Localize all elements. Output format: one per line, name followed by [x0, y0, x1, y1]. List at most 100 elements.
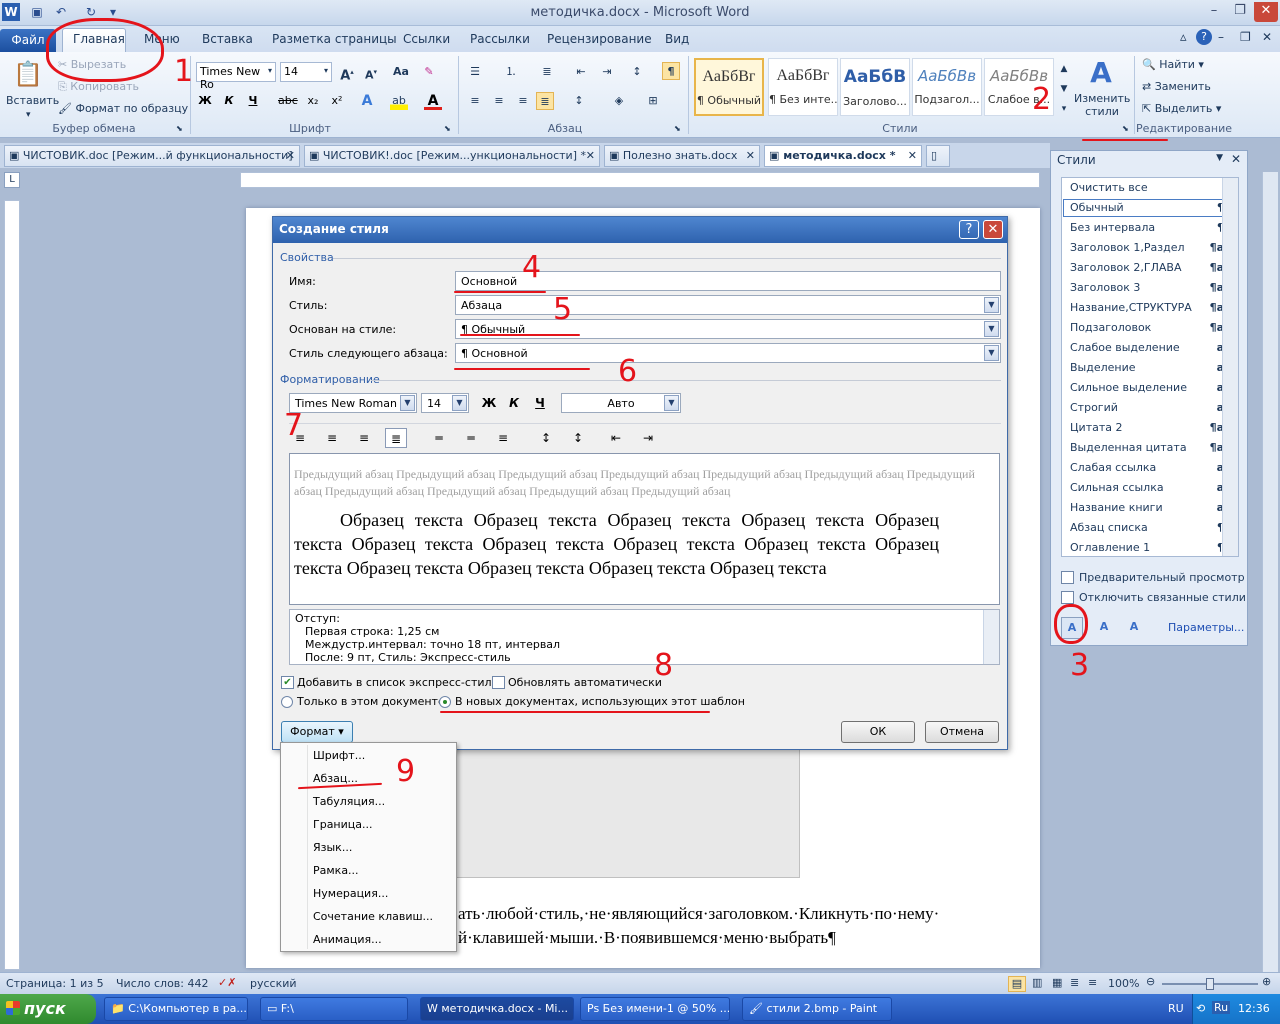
align-right-icon[interactable]: ≡: [514, 92, 532, 110]
justify-icon[interactable]: ≣: [536, 92, 554, 110]
borders-icon[interactable]: ⊞: [644, 92, 662, 110]
copy-button[interactable]: ⎘ Копировать: [58, 80, 139, 94]
chevron-down-icon[interactable]: ▼: [984, 345, 999, 361]
clear-format-icon[interactable]: ✎: [420, 63, 438, 81]
text-effects-icon[interactable]: A: [358, 92, 376, 110]
style-item[interactable]: Заголовок 1,Раздел ¶a: [1062, 238, 1238, 258]
doc-restore-icon[interactable]: ❐: [1240, 30, 1251, 44]
doc-tab-close-icon[interactable]: ✕: [746, 149, 755, 162]
tab-review[interactable]: Рецензирование: [547, 32, 652, 46]
numbering-icon[interactable]: ⒈: [502, 63, 520, 81]
style-item[interactable]: Оглавление 1 ¶: [1062, 538, 1238, 556]
style-item[interactable]: Выделение a: [1062, 358, 1238, 378]
spelling-icon[interactable]: ✓✗: [218, 976, 236, 989]
dialog-color-select[interactable]: Авто ▼: [561, 393, 681, 413]
tab-view[interactable]: Вид: [665, 32, 689, 46]
style-item[interactable]: Сильная ссылка a: [1062, 478, 1238, 498]
doc-close-icon[interactable]: ✕: [1262, 30, 1272, 44]
dialog-align-center-icon[interactable]: ≡: [321, 428, 343, 448]
paragraph-launcher-icon[interactable]: ⬊: [674, 124, 681, 133]
doc-tab-close-icon[interactable]: ✕: [586, 149, 595, 162]
tab-page-layout[interactable]: Разметка страницы: [272, 32, 397, 46]
chevron-down-icon[interactable]: ▼: [984, 321, 999, 337]
web-layout-icon[interactable]: ▦: [1052, 976, 1062, 989]
format-painter-button[interactable]: 🖌 Формат по образцу: [58, 102, 188, 115]
keyboard-layout[interactable]: RU: [1168, 1002, 1184, 1015]
shrink-font-icon[interactable]: A▾: [362, 63, 380, 82]
find-button[interactable]: 🔍 Найти ▾: [1142, 58, 1204, 71]
tray-app-icon[interactable]: ⟲: [1196, 1002, 1205, 1015]
pane-menu-icon[interactable]: ▼: [1216, 153, 1223, 163]
style-tile-subtitle[interactable]: АаБбВв Подзагол...: [912, 58, 982, 116]
dialog-help-icon[interactable]: ?: [959, 220, 979, 239]
style-tile-normal[interactable]: АаБбВг ¶ Обычный: [694, 58, 764, 116]
new-tab-icon[interactable]: ▯: [926, 145, 950, 167]
description-scrollbar[interactable]: [983, 610, 999, 664]
shading-icon[interactable]: ◈: [610, 92, 628, 110]
style-item[interactable]: Абзац списка ¶: [1062, 518, 1238, 538]
menu-item-shortcut[interactable]: Сочетание клавиш...: [313, 910, 433, 923]
select-button[interactable]: ⇱ Выделить ▾: [1142, 102, 1221, 115]
dialog-onehalf-spacing-icon[interactable]: ═: [460, 428, 482, 448]
outline-icon[interactable]: ≣: [1070, 976, 1079, 989]
dialog-underline-button[interactable]: Ч: [529, 393, 551, 413]
dialog-space-after-icon[interactable]: ↕: [567, 428, 589, 448]
style-item[interactable]: Название книги a: [1062, 498, 1238, 518]
manage-styles-icon[interactable]: A: [1123, 617, 1145, 639]
status-language[interactable]: русский: [250, 977, 297, 990]
menu-item-frame[interactable]: Рамка...: [313, 864, 359, 877]
superscript-icon[interactable]: x²: [328, 92, 346, 110]
grow-font-icon[interactable]: A▴: [338, 63, 356, 83]
paste-icon[interactable]: 📋: [12, 58, 44, 92]
styles-list-scrollbar[interactable]: [1222, 178, 1238, 556]
decrease-indent-icon[interactable]: ⇤: [572, 63, 590, 81]
gallery-up-icon[interactable]: ▲: [1055, 60, 1073, 78]
font-name-dropdown-icon[interactable]: ▾: [268, 66, 272, 75]
status-words[interactable]: Число слов: 442: [116, 977, 209, 990]
tab-insert[interactable]: Вставка: [202, 32, 253, 46]
style-inspector-icon[interactable]: A: [1093, 617, 1115, 639]
chevron-down-icon[interactable]: ▼: [984, 297, 999, 313]
style-item[interactable]: Заголовок 3 ¶a: [1062, 278, 1238, 298]
dialog-space-before-icon[interactable]: ↕: [535, 428, 557, 448]
highlight-icon[interactable]: ab: [390, 92, 408, 110]
chevron-down-icon[interactable]: ▼: [400, 395, 415, 411]
only-this-doc-radio[interactable]: [281, 696, 293, 708]
tab-selector[interactable]: L: [4, 172, 20, 188]
menu-item-language[interactable]: Язык...: [313, 841, 352, 854]
style-item[interactable]: Слабое выделение a: [1062, 338, 1238, 358]
change-case-icon[interactable]: Aa: [392, 63, 410, 81]
paste-button[interactable]: Вставить: [6, 94, 59, 107]
dialog-close-icon[interactable]: ✕: [983, 220, 1003, 239]
style-tile-heading[interactable]: АаБбВ Заголово...: [840, 58, 910, 116]
dialog-size-select[interactable]: 14 ▼: [421, 393, 469, 413]
doc-tab-close-icon[interactable]: ✕: [908, 149, 917, 162]
vertical-ruler[interactable]: [4, 200, 20, 970]
doc-tab-close-icon[interactable]: ✕: [286, 149, 295, 162]
style-item[interactable]: Без интервала ¶: [1062, 218, 1238, 238]
menu-item-font[interactable]: Шрифт...: [313, 749, 365, 762]
style-item[interactable]: Название,СТРУКТУРА ¶a: [1062, 298, 1238, 318]
dialog-increase-indent-icon[interactable]: ⇥: [637, 428, 659, 448]
gallery-down-icon[interactable]: ▼: [1055, 80, 1073, 98]
style-item[interactable]: Строгий a: [1062, 398, 1238, 418]
zoom-in-icon[interactable]: ⊕: [1262, 975, 1271, 988]
dialog-single-spacing-icon[interactable]: ═: [428, 428, 450, 448]
replace-button[interactable]: ⇄ Заменить: [1142, 80, 1211, 93]
italic-icon[interactable]: К: [220, 92, 238, 110]
next-style-select[interactable]: ¶ Основной ▼: [455, 343, 1001, 363]
dialog-font-select[interactable]: Times New Roman ▼: [289, 393, 417, 413]
new-docs-radio[interactable]: [439, 696, 451, 708]
font-size-dropdown-icon[interactable]: ▾: [324, 66, 328, 75]
style-item[interactable]: Подзаголовок ¶a: [1062, 318, 1238, 338]
menu-item-border[interactable]: Граница...: [313, 818, 373, 831]
help-icon[interactable]: ?: [1196, 29, 1212, 45]
based-on-select[interactable]: ¶ Обычный ▼: [455, 319, 1001, 339]
style-item[interactable]: Выделенная цитата ¶a: [1062, 438, 1238, 458]
clipboard-launcher-icon[interactable]: ⬊: [176, 124, 183, 133]
show-marks-icon[interactable]: ¶: [662, 62, 680, 80]
tab-mailings[interactable]: Рассылки: [470, 32, 530, 46]
doc-tab-1[interactable]: ▣ ЧИСТОВИК.doc [Режим...й функциональнос…: [4, 145, 300, 167]
pane-close-icon[interactable]: ✕: [1231, 152, 1241, 166]
change-styles-button[interactable]: Изменить стили: [1074, 92, 1130, 118]
